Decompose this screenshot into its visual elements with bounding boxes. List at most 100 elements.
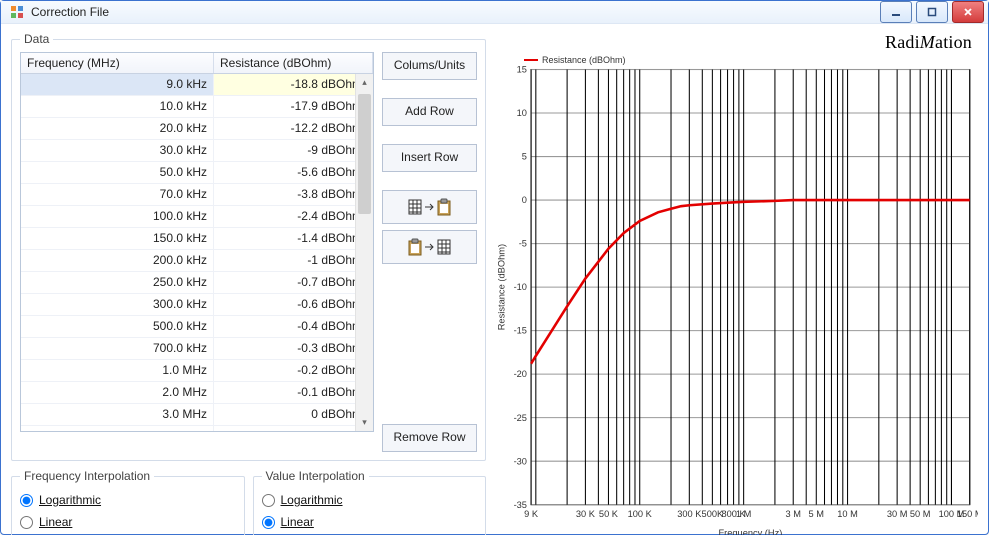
cell-frequency[interactable]: 70.0 kHz — [21, 184, 214, 205]
svg-text:-20: -20 — [514, 369, 527, 379]
table-row[interactable]: 100.0 kHz-2.4 dBOhm — [21, 206, 373, 228]
value-interp-linear-radio[interactable]: Linear — [262, 511, 478, 533]
svg-text:-25: -25 — [514, 413, 527, 423]
svg-text:-10: -10 — [514, 282, 527, 292]
cell-resistance[interactable]: -18.8 dBOhm — [214, 74, 373, 95]
cell-resistance[interactable]: -0.3 dBOhm — [214, 338, 373, 359]
cell-frequency[interactable]: 300.0 kHz — [21, 294, 214, 315]
remove-row-button[interactable]: Remove Row — [382, 424, 477, 452]
paste-from-clipboard-button[interactable] — [382, 230, 477, 264]
table-row[interactable]: 300.0 kHz-0.6 dBOhm — [21, 294, 373, 316]
radio-label: Linear — [281, 515, 314, 529]
cell-resistance[interactable]: -0.4 dBOhm — [214, 316, 373, 337]
copy-to-clipboard-button[interactable] — [382, 190, 477, 224]
svg-text:0: 0 — [522, 195, 527, 205]
svg-text:5 M: 5 M — [809, 509, 824, 519]
cell-resistance[interactable]: -1 dBOhm — [214, 250, 373, 271]
freq-interp-linear-radio[interactable]: Linear — [20, 511, 236, 533]
insert-row-button[interactable]: Insert Row — [382, 144, 477, 172]
cell-frequency[interactable]: 1.0 MHz — [21, 360, 214, 381]
table-row[interactable]: 2.0 MHz-0.1 dBOhm — [21, 382, 373, 404]
cell-resistance[interactable]: -5.6 dBOhm — [214, 162, 373, 183]
table-row[interactable]: 10.0 kHz-17.9 dBOhm — [21, 96, 373, 118]
clipboard-icon — [438, 199, 450, 215]
cell-resistance[interactable]: 0 dBOhm — [214, 426, 373, 431]
cell-frequency[interactable]: 250.0 kHz — [21, 272, 214, 293]
table-body[interactable]: 9.0 kHz-18.8 dBOhm10.0 kHz-17.9 dBOhm20.… — [21, 74, 373, 431]
radio-input[interactable] — [262, 494, 275, 507]
cell-resistance[interactable]: -1.4 dBOhm — [214, 228, 373, 249]
radio-input[interactable] — [262, 516, 275, 529]
table-row[interactable]: 9.0 kHz-18.8 dBOhm — [21, 74, 373, 96]
cell-frequency[interactable]: 3.0 MHz — [21, 404, 214, 425]
interpolation-row: Frequency Interpolation Logarithmic Line… — [11, 469, 486, 535]
cell-frequency[interactable]: 4.0 MHz — [21, 426, 214, 431]
column-header-frequency[interactable]: Frequency (MHz) — [21, 53, 214, 73]
scroll-down-icon[interactable]: ▾ — [356, 414, 373, 431]
table-row[interactable]: 200.0 kHz-1 dBOhm — [21, 250, 373, 272]
data-legend: Data — [20, 32, 53, 46]
cell-frequency[interactable]: 20.0 kHz — [21, 118, 214, 139]
cell-frequency[interactable]: 100.0 kHz — [21, 206, 214, 227]
table-row[interactable]: 3.0 MHz0 dBOhm — [21, 404, 373, 426]
cell-frequency[interactable]: 150.0 kHz — [21, 228, 214, 249]
table-row[interactable]: 250.0 kHz-0.7 dBOhm — [21, 272, 373, 294]
legend-swatch — [524, 59, 538, 61]
svg-text:Resistance (dBOhm): Resistance (dBOhm) — [496, 244, 506, 330]
data-table[interactable]: Frequency (MHz) Resistance (dBOhm) 9.0 k… — [20, 52, 374, 432]
maximize-button[interactable] — [916, 1, 948, 23]
table-row[interactable]: 500.0 kHz-0.4 dBOhm — [21, 316, 373, 338]
table-row[interactable]: 20.0 kHz-12.2 dBOhm — [21, 118, 373, 140]
radio-input[interactable] — [20, 494, 33, 507]
cell-resistance[interactable]: -9 dBOhm — [214, 140, 373, 161]
left-pane: Data Frequency (MHz) Resistance (dBOhm) … — [11, 32, 486, 535]
minimize-button[interactable] — [880, 1, 912, 23]
cell-frequency[interactable]: 10.0 kHz — [21, 96, 214, 117]
scroll-up-icon[interactable]: ▴ — [356, 74, 373, 91]
svg-text:30 M: 30 M — [887, 509, 908, 519]
radio-label: Logarithmic — [39, 493, 101, 507]
cell-frequency[interactable]: 700.0 kHz — [21, 338, 214, 359]
cell-resistance[interactable]: -3.8 dBOhm — [214, 184, 373, 205]
cell-resistance[interactable]: 0 dBOhm — [214, 404, 373, 425]
scrollbar[interactable]: ▴ ▾ — [355, 74, 373, 431]
table-row[interactable]: 4.0 MHz0 dBOhm — [21, 426, 373, 431]
radio-label: Logarithmic — [281, 493, 343, 507]
radio-input[interactable] — [20, 516, 33, 529]
cell-frequency[interactable]: 9.0 kHz — [21, 74, 214, 95]
value-interpolation-legend: Value Interpolation — [262, 469, 369, 483]
freq-interp-log-radio[interactable]: Logarithmic — [20, 489, 236, 511]
scroll-thumb[interactable] — [358, 94, 371, 214]
svg-text:3 M: 3 M — [786, 509, 801, 519]
column-header-resistance[interactable]: Resistance (dBOhm) — [214, 53, 373, 73]
cell-frequency[interactable]: 2.0 MHz — [21, 382, 214, 403]
cell-resistance[interactable]: -2.4 dBOhm — [214, 206, 373, 227]
cell-frequency[interactable]: 50.0 kHz — [21, 162, 214, 183]
cell-frequency[interactable]: 500.0 kHz — [21, 316, 214, 337]
svg-text:9 K: 9 K — [524, 509, 539, 519]
arrow-right-icon — [425, 244, 433, 250]
svg-text:-5: -5 — [519, 239, 527, 249]
add-row-button[interactable]: Add Row — [382, 98, 477, 126]
table-row[interactable]: 1.0 MHz-0.2 dBOhm — [21, 360, 373, 382]
cell-resistance[interactable]: -12.2 dBOhm — [214, 118, 373, 139]
table-row[interactable]: 30.0 kHz-9 dBOhm — [21, 140, 373, 162]
cell-frequency[interactable]: 200.0 kHz — [21, 250, 214, 271]
cell-resistance[interactable]: -0.2 dBOhm — [214, 360, 373, 381]
cell-resistance[interactable]: -0.1 dBOhm — [214, 382, 373, 403]
cell-resistance[interactable]: -0.7 dBOhm — [214, 272, 373, 293]
columns-units-button[interactable]: Colums/Units — [382, 52, 477, 80]
app-icon — [9, 4, 25, 20]
frequency-interpolation-groupbox: Frequency Interpolation Logarithmic Line… — [11, 469, 245, 535]
svg-text:1 M: 1 M — [736, 509, 751, 519]
value-interp-log-radio[interactable]: Logarithmic — [262, 489, 478, 511]
cell-resistance[interactable]: -17.9 dBOhm — [214, 96, 373, 117]
table-row[interactable]: 50.0 kHz-5.6 dBOhm — [21, 162, 373, 184]
cell-frequency[interactable]: 30.0 kHz — [21, 140, 214, 161]
table-row[interactable]: 700.0 kHz-0.3 dBOhm — [21, 338, 373, 360]
table-row[interactable]: 70.0 kHz-3.8 dBOhm — [21, 184, 373, 206]
close-button[interactable] — [952, 1, 984, 23]
cell-resistance[interactable]: -0.6 dBOhm — [214, 294, 373, 315]
titlebar[interactable]: Correction File — [1, 1, 988, 24]
table-row[interactable]: 150.0 kHz-1.4 dBOhm — [21, 228, 373, 250]
